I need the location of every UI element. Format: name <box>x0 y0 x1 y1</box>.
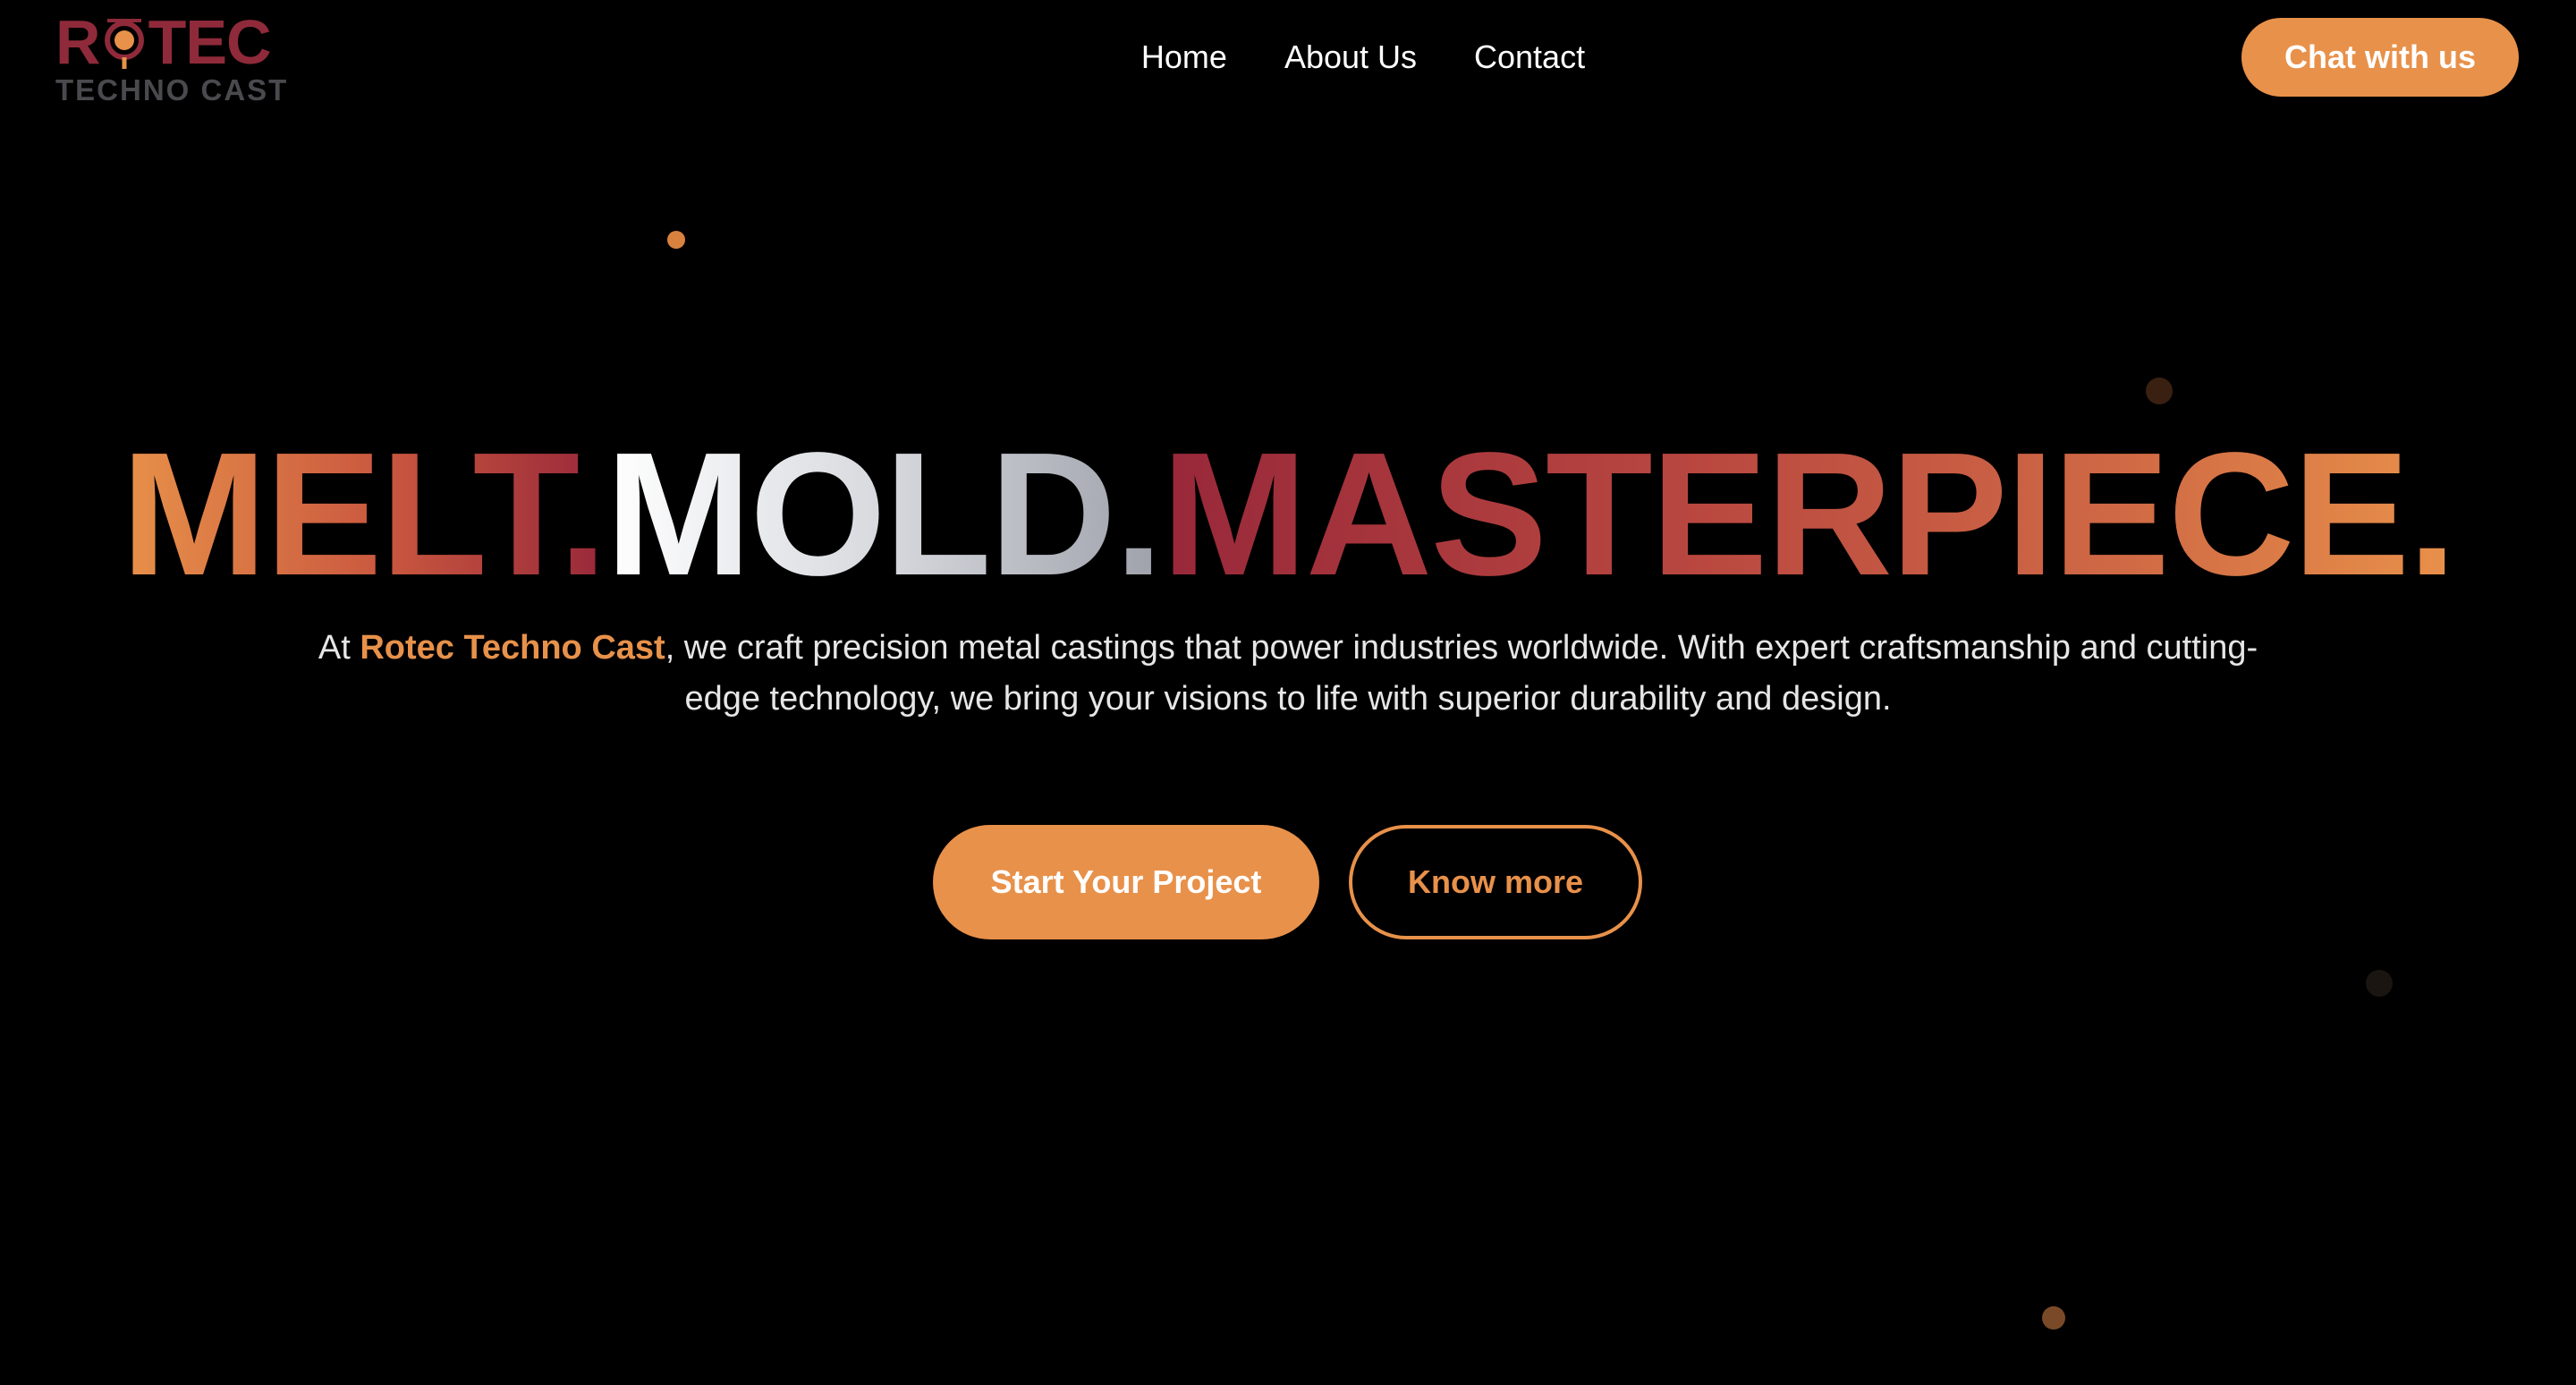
intro-brand-name: Rotec Techno Cast <box>360 629 665 667</box>
nav-link-about-us[interactable]: About Us <box>1284 32 1417 82</box>
logo-subtitle: TECHNO CAST <box>55 73 289 106</box>
landing-page: R TEC TECHNO CAST Home About Us Contact … <box>0 0 2576 1385</box>
intro-text: , we craft precision metal castings that… <box>665 629 2258 718</box>
intro-prefix: At <box>318 629 360 667</box>
nav-link-contact[interactable]: Contact <box>1474 32 1585 82</box>
headline-word-masterpiece: MASTERPIECE. <box>1161 416 2456 612</box>
start-your-project-button[interactable]: Start Your Project <box>933 825 1319 939</box>
hero-intro: At Rotec Techno Cast, we craft precision… <box>304 623 2272 725</box>
chat-with-us-button[interactable]: Chat with us <box>2241 18 2519 97</box>
particle-dot <box>2366 970 2393 997</box>
main-nav: Home About Us Contact <box>0 32 2576 82</box>
logo-word-before: R <box>55 7 101 77</box>
headline-word-mold: MOLD. <box>605 416 1163 612</box>
hero-headline: MELT.MOLD.MASTERPIECE. <box>0 421 2576 608</box>
particle-dot <box>2042 1306 2065 1330</box>
logo-word-after: TEC <box>148 7 272 77</box>
nav-links: Home About Us Contact <box>1141 32 1585 82</box>
logo[interactable]: R TEC TECHNO CAST <box>55 11 286 107</box>
nav-link-home[interactable]: Home <box>1141 32 1227 82</box>
know-more-button[interactable]: Know more <box>1349 825 1642 939</box>
particle-dot <box>2146 378 2173 404</box>
particle-dot <box>667 231 685 249</box>
headline-word-melt: MELT. <box>121 416 607 612</box>
logo-wordmark: R TEC <box>55 11 272 73</box>
ladle-icon <box>102 19 147 69</box>
